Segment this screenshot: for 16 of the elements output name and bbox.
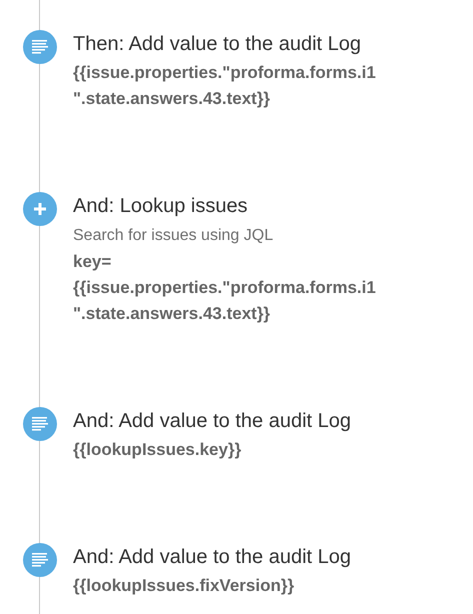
- step-description: Search for issues using JQL: [73, 226, 274, 246]
- code-line: {{issue.properties."proforma.forms.i1: [73, 277, 376, 299]
- step-title: And: Add value to the audit Log: [73, 545, 351, 570]
- add-icon: [23, 192, 57, 226]
- code-line: key=: [73, 251, 112, 273]
- document-icon: [23, 543, 57, 577]
- document-icon: [23, 30, 57, 64]
- code-line: ".state.answers.43.text}}: [73, 303, 272, 325]
- step-title: And: Lookup issues: [73, 194, 249, 219]
- step-title: And: Add value to the audit Log: [73, 409, 351, 434]
- code-line: {{lookupIssues.fixVersion}}: [73, 575, 296, 597]
- code-line: {{lookupIssues.key}}: [73, 439, 242, 461]
- document-icon: [23, 407, 57, 441]
- code-line: ".state.answers.43.text}}: [73, 88, 272, 110]
- code-line: {{issue.properties."proforma.forms.i1: [73, 62, 376, 84]
- step-title: Then: Add value to the audit Log: [73, 32, 362, 57]
